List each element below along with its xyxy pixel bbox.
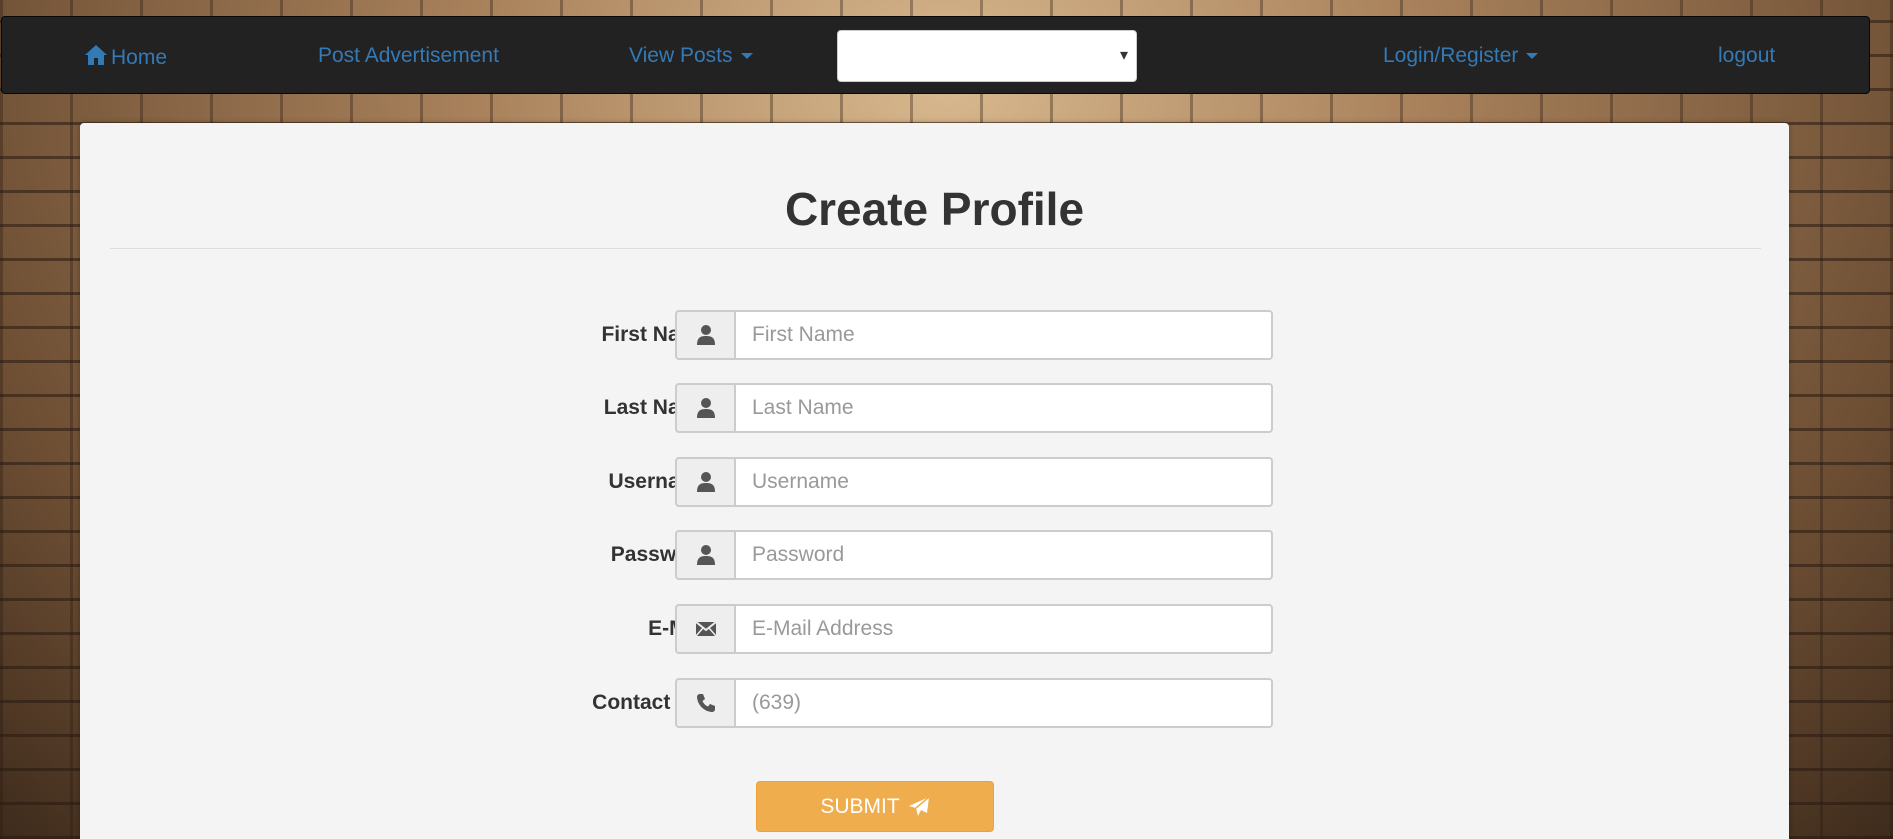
- top-navbar: Home Post Advertisement View Posts ▾ Log…: [1, 16, 1870, 94]
- password-row: Password: [80, 530, 1789, 580]
- username-input[interactable]: [734, 457, 1273, 507]
- first-name-input[interactable]: [734, 310, 1273, 360]
- user-icon: [696, 398, 715, 418]
- nav-home-link[interactable]: Home: [84, 44, 167, 70]
- nav-post-advertisement-label: Post Advertisement: [318, 44, 499, 67]
- phone-icon: [696, 694, 715, 712]
- select-arrow-icon: ▾: [1119, 47, 1128, 64]
- submit-label: SUBMIT: [820, 794, 900, 818]
- caret-down-icon: [740, 53, 753, 60]
- send-icon: [908, 795, 930, 816]
- password-addon: [675, 530, 734, 580]
- title-divider: [110, 248, 1761, 249]
- nav-logout-label: logout: [1718, 44, 1776, 67]
- last-name-row: Last Name: [80, 383, 1789, 433]
- username-addon: [675, 457, 734, 507]
- nav-select[interactable]: ▾: [837, 30, 1137, 82]
- user-icon: [696, 325, 715, 345]
- nav-logout-link[interactable]: logout: [1718, 44, 1775, 68]
- username-row: Username: [80, 457, 1789, 507]
- email-row: E-Mail: [80, 604, 1789, 654]
- submit-button[interactable]: SUBMIT: [756, 781, 994, 832]
- last-name-addon: [675, 383, 734, 433]
- password-input[interactable]: [734, 530, 1273, 580]
- contact-row: Contact No.: [80, 678, 1789, 728]
- email-input[interactable]: [734, 604, 1273, 654]
- first-name-row: First Name: [80, 310, 1789, 360]
- last-name-input[interactable]: [734, 383, 1273, 433]
- create-profile-panel: Create Profile First Name Last Name User…: [80, 123, 1789, 839]
- first-name-addon: [675, 310, 734, 360]
- user-icon: [696, 472, 715, 492]
- contact-input[interactable]: [734, 678, 1273, 728]
- envelope-icon: [694, 621, 717, 637]
- contact-addon: [675, 678, 734, 728]
- page-title: Create Profile: [784, 183, 1085, 235]
- caret-down-icon: [1526, 53, 1539, 60]
- nav-post-advertisement-link[interactable]: Post Advertisement: [318, 44, 499, 68]
- nav-view-posts-label: View Posts: [629, 44, 733, 67]
- nav-login-register-label: Login/Register: [1383, 44, 1519, 67]
- nav-login-register-dropdown[interactable]: Login/Register: [1383, 44, 1539, 68]
- user-icon: [696, 545, 715, 565]
- nav-home-label: Home: [111, 46, 168, 69]
- home-icon: [85, 45, 107, 65]
- nav-view-posts-dropdown[interactable]: View Posts: [629, 44, 753, 68]
- email-addon: [675, 604, 734, 654]
